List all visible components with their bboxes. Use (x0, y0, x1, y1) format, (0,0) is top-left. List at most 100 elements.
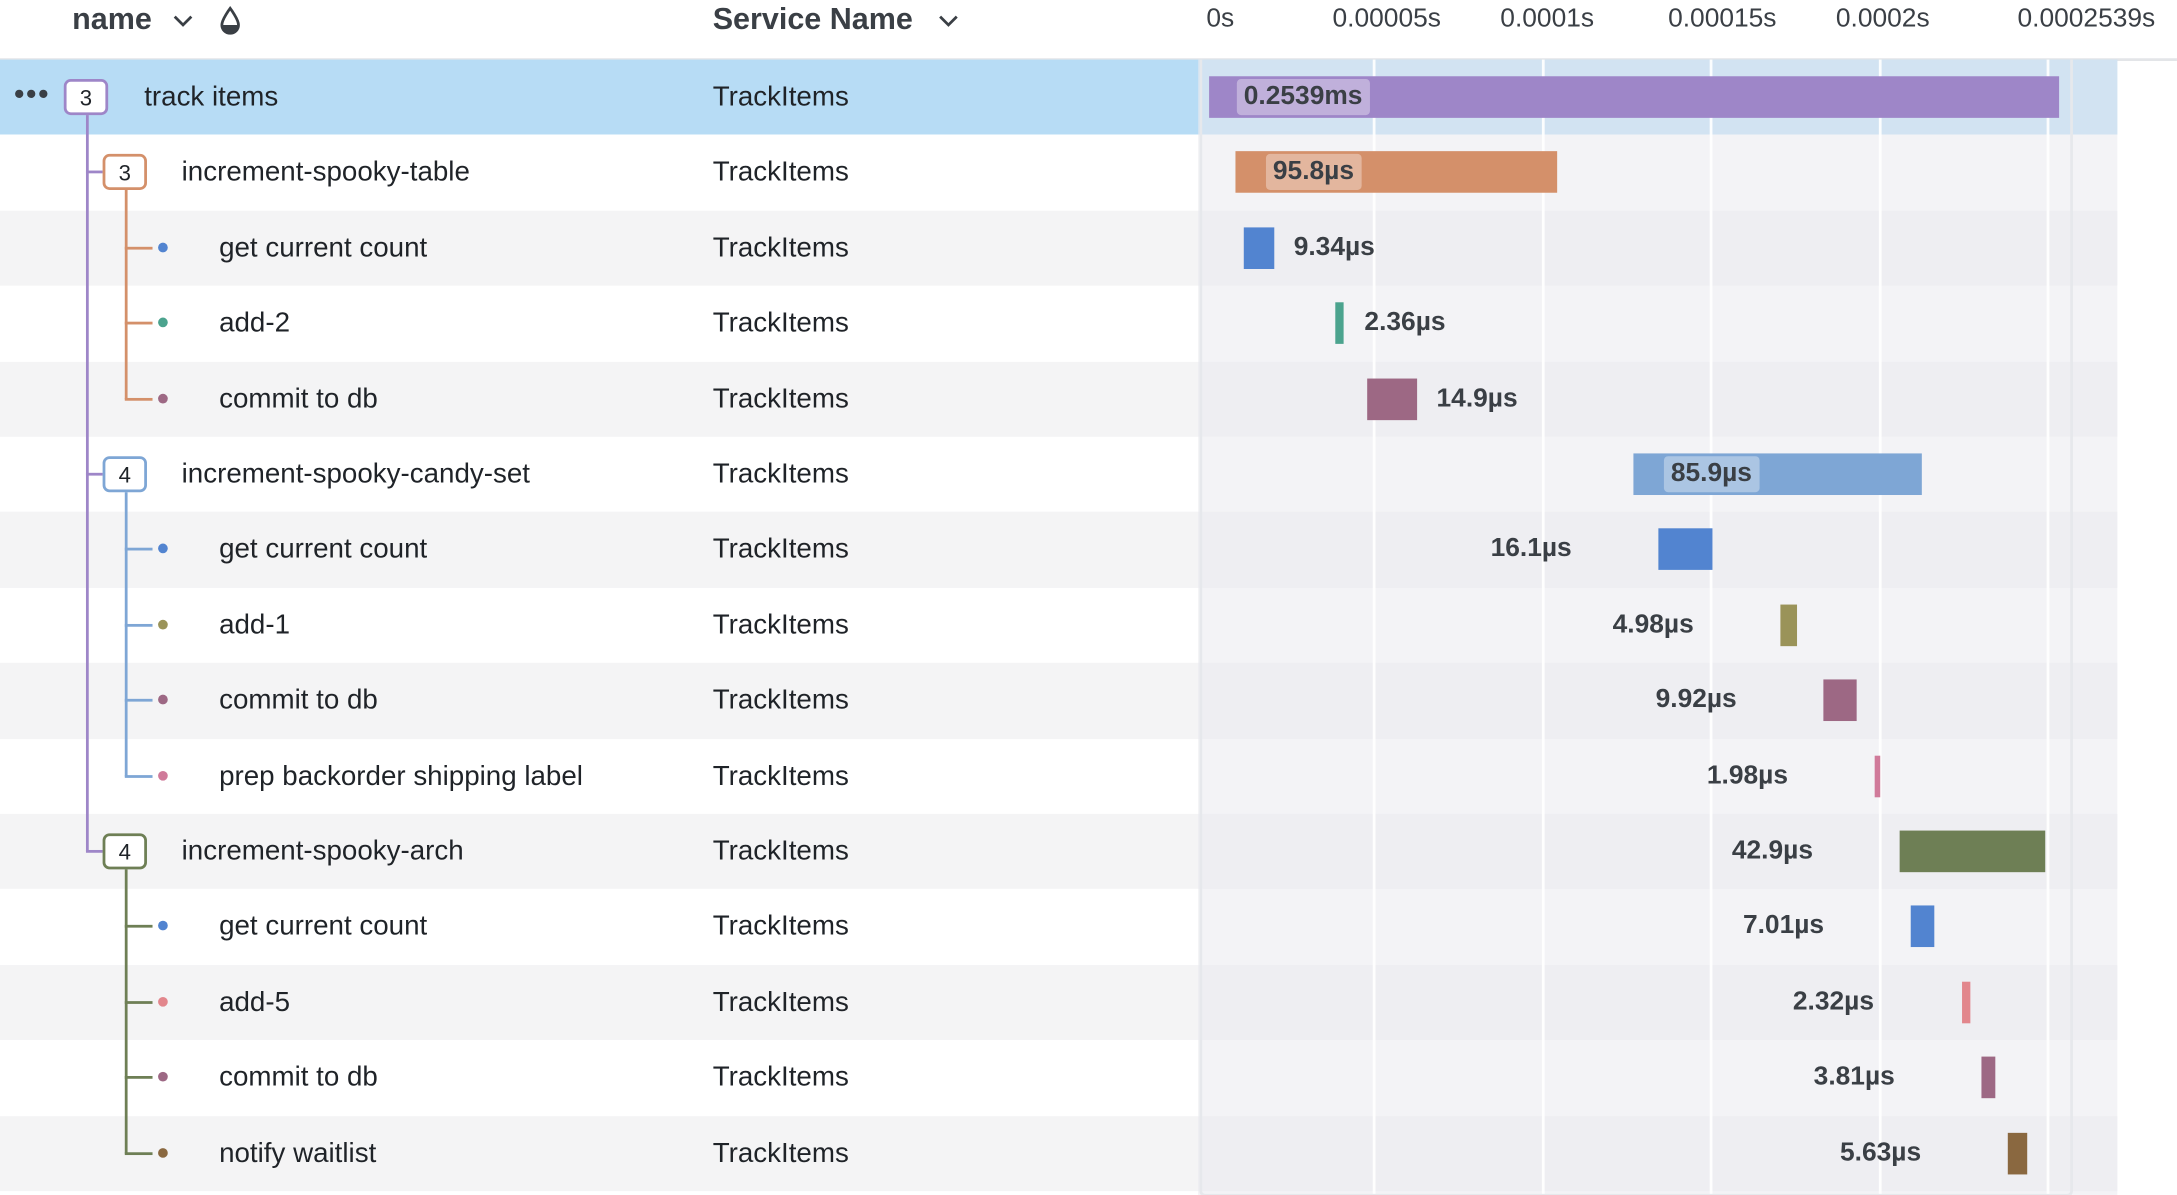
span-duration: 4.98µs (1612, 609, 1694, 639)
span-name: increment-spooky-candy-set (181, 458, 530, 490)
tree-line (124, 774, 153, 778)
span-name: add-2 (219, 308, 291, 339)
span-bar[interactable] (1367, 377, 1418, 420)
tree-line (85, 115, 89, 852)
grid-line (1541, 59, 1545, 1195)
span-name: notify waitlist (219, 1137, 377, 1169)
tree-line (124, 925, 153, 929)
span-name: add-1 (219, 609, 291, 641)
tree-line (124, 623, 153, 627)
child-count-badge[interactable]: 3 (102, 154, 147, 191)
span-duration: 2.36µs (1364, 308, 1446, 338)
grid-line (2046, 59, 2050, 1195)
span-duration: 1.98µs (1706, 760, 1789, 790)
span-duration: 85.9µs (1663, 456, 1759, 493)
tree-line (85, 472, 103, 476)
span-bar[interactable] (1874, 755, 1881, 797)
tree-line (124, 1151, 153, 1155)
span-dot-icon (158, 393, 168, 403)
axis-tick: 0.0002s (1835, 4, 1930, 34)
service-name: TrackItems (712, 308, 849, 339)
service-name: TrackItems (712, 534, 849, 565)
service-name: TrackItems (712, 1062, 849, 1093)
tree-line (124, 869, 128, 1154)
span-name: track items (144, 81, 279, 113)
chevron-down-icon[interactable] (937, 4, 959, 37)
span-duration: 42.9µs (1731, 836, 1813, 866)
service-name: TrackItems (712, 760, 849, 792)
service-name: TrackItems (712, 911, 849, 943)
child-count-badge[interactable]: 4 (102, 456, 147, 493)
span-name: get current count (219, 232, 428, 264)
tree-line (124, 246, 153, 250)
service-name: TrackItems (712, 836, 849, 867)
child-count-badge[interactable]: 4 (102, 833, 147, 870)
child-count-badge[interactable]: 3 (63, 79, 109, 116)
span-duration: 14.9µs (1436, 383, 1518, 413)
span-duration: 3.81µs (1813, 1062, 1895, 1092)
service-name: TrackItems (712, 157, 849, 188)
tree-line (124, 1076, 153, 1080)
service-name: TrackItems (712, 986, 849, 1018)
span-name: commit to db (219, 685, 378, 716)
column-header: name Service Name 0s 0.00005s 0.0001s 0.… (0, 0, 2177, 62)
grid-line (1878, 59, 1882, 1195)
tree-line (124, 190, 128, 399)
span-duration: 16.1µs (1490, 534, 1572, 564)
more-options-icon[interactable]: ••• (14, 76, 50, 112)
tree-line (124, 1000, 153, 1004)
grid-line (1709, 59, 1713, 1195)
name-column-header[interactable]: name (72, 0, 152, 42)
span-dot-icon (158, 996, 168, 1007)
span-dot-icon (158, 619, 168, 630)
span-name: add-5 (219, 986, 291, 1018)
span-dot-icon (158, 770, 168, 781)
span-duration: 9.92µs (1655, 685, 1737, 715)
service-name: TrackItems (712, 1137, 849, 1169)
span-dot-icon (158, 1147, 168, 1158)
span-name: increment-spooky-arch (181, 836, 464, 867)
span-name: get current count (219, 911, 428, 943)
tree-line (85, 171, 103, 174)
service-name: TrackItems (712, 383, 849, 415)
tree-line (124, 492, 128, 776)
span-duration: 5.63µs (1840, 1137, 1922, 1167)
span-duration: 95.8µs (1265, 154, 1361, 191)
tree-line (124, 321, 153, 325)
span-name: prep backorder shipping label (219, 760, 583, 792)
span-bar[interactable] (1335, 302, 1344, 345)
span-bar[interactable] (1981, 1056, 1996, 1099)
span-bar[interactable] (1658, 528, 1713, 571)
span-duration: 2.32µs (1792, 986, 1874, 1017)
droplet-icon[interactable] (218, 6, 243, 37)
span-bar[interactable] (1910, 905, 1935, 948)
span-name: get current count (219, 534, 428, 565)
tree-line (124, 548, 153, 552)
service-name: TrackItems (712, 458, 849, 490)
axis-tick: 0.00015s (1668, 4, 1777, 34)
span-duration: 7.01µs (1742, 911, 1825, 941)
span-name: commit to db (219, 383, 378, 415)
span-dot-icon (158, 242, 168, 253)
span-duration: 0.2539ms (1236, 79, 1370, 116)
service-name: TrackItems (712, 685, 849, 716)
axis-tick: 0.00005s (1332, 4, 1441, 34)
span-duration: 9.34µs (1293, 232, 1375, 262)
span-bar[interactable] (1823, 679, 1857, 722)
service-name: TrackItems (712, 232, 849, 264)
span-bar[interactable] (1899, 830, 2046, 873)
span-bar[interactable] (1962, 981, 1971, 1024)
axis-tick: 0.0002539s (2017, 4, 2156, 34)
service-name-column-header[interactable]: Service Name (713, 0, 913, 42)
span-bar[interactable] (2007, 1132, 2028, 1174)
axis-tick: 0s (1206, 4, 1235, 34)
span-bar[interactable] (1243, 227, 1275, 269)
service-name: TrackItems (712, 81, 849, 113)
span-bar[interactable] (1780, 604, 1798, 646)
tree-line (85, 849, 103, 853)
chevron-down-icon[interactable] (172, 4, 194, 37)
span-name: increment-spooky-table (181, 157, 470, 188)
service-name: TrackItems (712, 609, 849, 641)
axis-tick: 0.0001s (1500, 4, 1595, 34)
tree-line (124, 699, 153, 702)
